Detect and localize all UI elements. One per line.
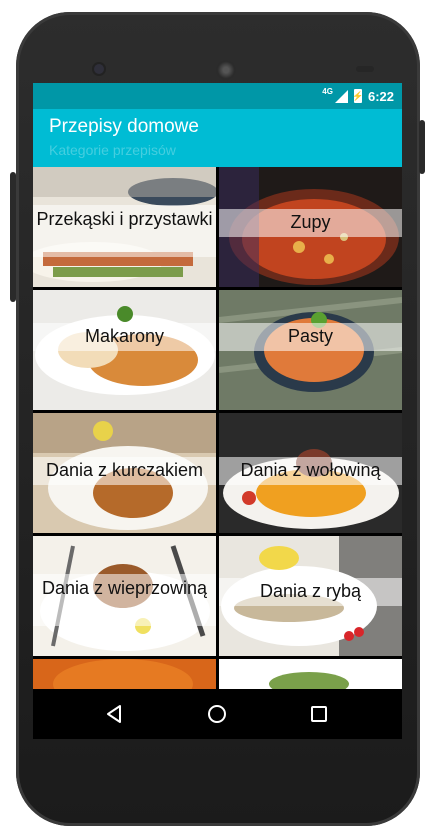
status-time: 6:22 [367,88,394,104]
speaker-grille [216,60,236,80]
home-icon[interactable] [205,702,229,726]
screen: 4G ⚡ 6:22 Przepisy domowe Kategorie prze… [33,83,402,739]
category-tile-pasty[interactable]: Pasty [219,290,402,410]
app-bar: Przepisy domowe Kategorie przepisów [33,109,402,167]
front-camera [94,64,104,74]
recents-icon[interactable] [307,702,331,726]
category-label: Dania z kurczakiem [45,460,204,480]
app-title: Przepisy domowe [49,116,199,137]
category-label: Dania z rybą [259,581,362,601]
power-button [419,120,425,174]
signal-icon [334,89,348,103]
category-tile-wieprzowina[interactable]: Dania z wieprzowiną [33,536,216,656]
proximity-sensor [356,66,374,72]
category-tile-wolowina[interactable]: Dania z wołowiną [219,413,402,533]
app-subtitle: Kategorie przepisów [49,142,176,158]
category-grid: Przekąski i przystawki Zupy Makarony Pas… [33,167,402,739]
category-tile-ryba[interactable]: Dania z rybą [219,536,402,656]
navigation-bar [33,689,402,739]
status-bar: 4G ⚡ 6:22 [33,83,402,109]
back-icon[interactable] [103,702,127,726]
category-label: Dania z wieprzowiną [41,578,208,598]
category-tile-zupy[interactable]: Zupy [219,167,402,287]
network-type: 4G [322,87,333,96]
category-label: Makarony [84,326,165,346]
battery-charging-icon: ⚡ [352,89,364,103]
category-label: Pasty [287,326,334,346]
volume-button [10,172,16,302]
category-tile-kurczak[interactable]: Dania z kurczakiem [33,413,216,533]
category-label: Przekąski i przystawki [36,209,213,229]
category-tile-przekaski[interactable]: Przekąski i przystawki [33,167,216,287]
category-label: Zupy [290,212,331,232]
category-tile-makarony[interactable]: Makarony [33,290,216,410]
category-label: Dania z wołowiną [240,460,381,480]
